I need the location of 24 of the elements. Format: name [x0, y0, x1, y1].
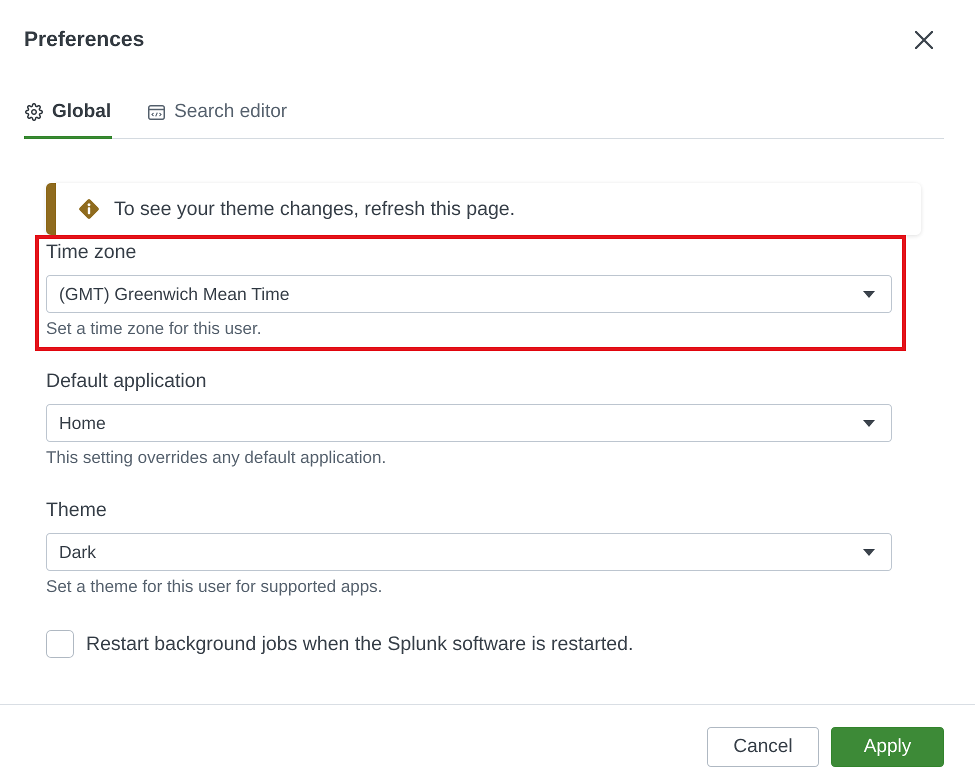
help-text: Set a theme for this user for supported apps.	[46, 577, 382, 597]
help-text: This setting overrides any default application.	[46, 448, 386, 468]
tab[interactable]: Search editor	[147, 88, 288, 139]
primary-button[interactable]: Apply	[831, 727, 944, 767]
caret-icon	[863, 548, 875, 556]
caret-icon	[863, 290, 875, 298]
dropdown-field[interactable]: (GMT) Greenwich Mean Time	[46, 275, 892, 313]
checkbox-label: Restart background jobs when the Splunk software is restarted.	[86, 632, 634, 656]
field-label: Time zone	[46, 241, 136, 263]
dropdown-field[interactable]: Dark	[46, 533, 892, 571]
secondary-button[interactable]: Cancel	[707, 727, 819, 767]
dropdown-field[interactable]: Home	[46, 404, 892, 442]
close-icon	[915, 31, 933, 49]
caret-icon	[863, 420, 875, 426]
code-window-icon	[148, 104, 166, 120]
alert-message: To see your theme changes, refresh this page.	[114, 198, 516, 220]
dialog-title: Preferences	[24, 28, 144, 52]
tab[interactable]: Global	[24, 88, 112, 139]
gear-icon	[25, 103, 43, 121]
checkbox[interactable]	[46, 630, 74, 658]
close-button[interactable]	[915, 31, 933, 49]
field-label: Default application	[46, 370, 206, 392]
help-text: Set a time zone for this user.	[46, 319, 262, 339]
field-label: Theme	[46, 499, 107, 521]
